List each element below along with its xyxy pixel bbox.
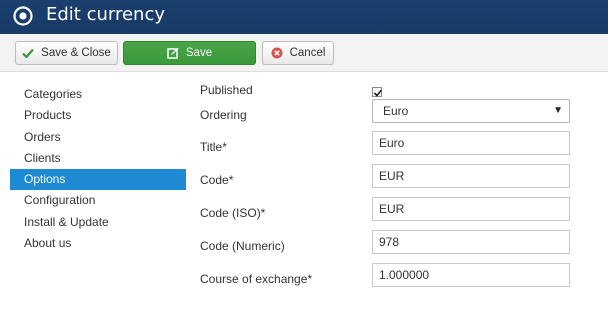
chevron-down-icon: ▼ — [553, 105, 563, 116]
code-numeric-label: Code (Numeric) — [200, 239, 285, 253]
page-title: Edit currency — [46, 4, 166, 25]
ordering-label: Ordering — [200, 108, 247, 122]
target-logo-icon — [13, 6, 33, 26]
sidebar-item-clients[interactable]: Clients — [10, 148, 186, 169]
checkmark-icon — [373, 89, 383, 97]
code-label: Code* — [200, 173, 234, 187]
code-input[interactable] — [372, 164, 570, 188]
code-iso-input[interactable] — [372, 197, 570, 221]
sidebar-item-configuration[interactable]: Configuration — [10, 190, 186, 211]
edit-icon — [167, 47, 179, 59]
check-icon — [22, 48, 34, 58]
title-input[interactable] — [372, 131, 570, 155]
course-of-exchange-input[interactable] — [372, 263, 570, 287]
title-label: Title* — [200, 140, 227, 154]
code-numeric-input[interactable] — [372, 230, 570, 254]
sidebar-item-install-update[interactable]: Install & Update — [10, 212, 186, 233]
save-close-button[interactable]: Save & Close — [15, 41, 118, 65]
ordering-select[interactable]: Euro ▼ — [372, 99, 570, 123]
code-iso-label: Code (ISO)* — [200, 206, 266, 220]
page-header: Edit currency — [0, 0, 608, 34]
save-close-label: Save & Close — [41, 47, 111, 59]
published-label: Published — [200, 83, 253, 97]
toolbar: Save & Close Save Cancel — [0, 34, 608, 72]
sidebar-item-orders[interactable]: Orders — [10, 127, 186, 148]
save-label: Save — [185, 47, 213, 59]
cancel-circle-icon — [271, 47, 283, 59]
sidebar-item-options[interactable]: Options — [10, 169, 186, 191]
course-of-exchange-label: Course of exchange* — [200, 272, 313, 286]
cancel-button[interactable]: Cancel — [262, 41, 334, 65]
sidebar-item-categories[interactable]: Categories — [10, 84, 186, 105]
published-checkbox[interactable] — [372, 87, 383, 97]
cancel-label: Cancel — [289, 47, 326, 59]
sidebar-item-products[interactable]: Products — [10, 105, 186, 126]
save-button[interactable]: Save — [123, 41, 256, 65]
sidebar-item-about-us[interactable]: About us — [10, 233, 186, 254]
sidebar-nav: Categories Products Orders Clients Optio… — [10, 84, 186, 254]
ordering-value: Euro — [383, 104, 409, 118]
